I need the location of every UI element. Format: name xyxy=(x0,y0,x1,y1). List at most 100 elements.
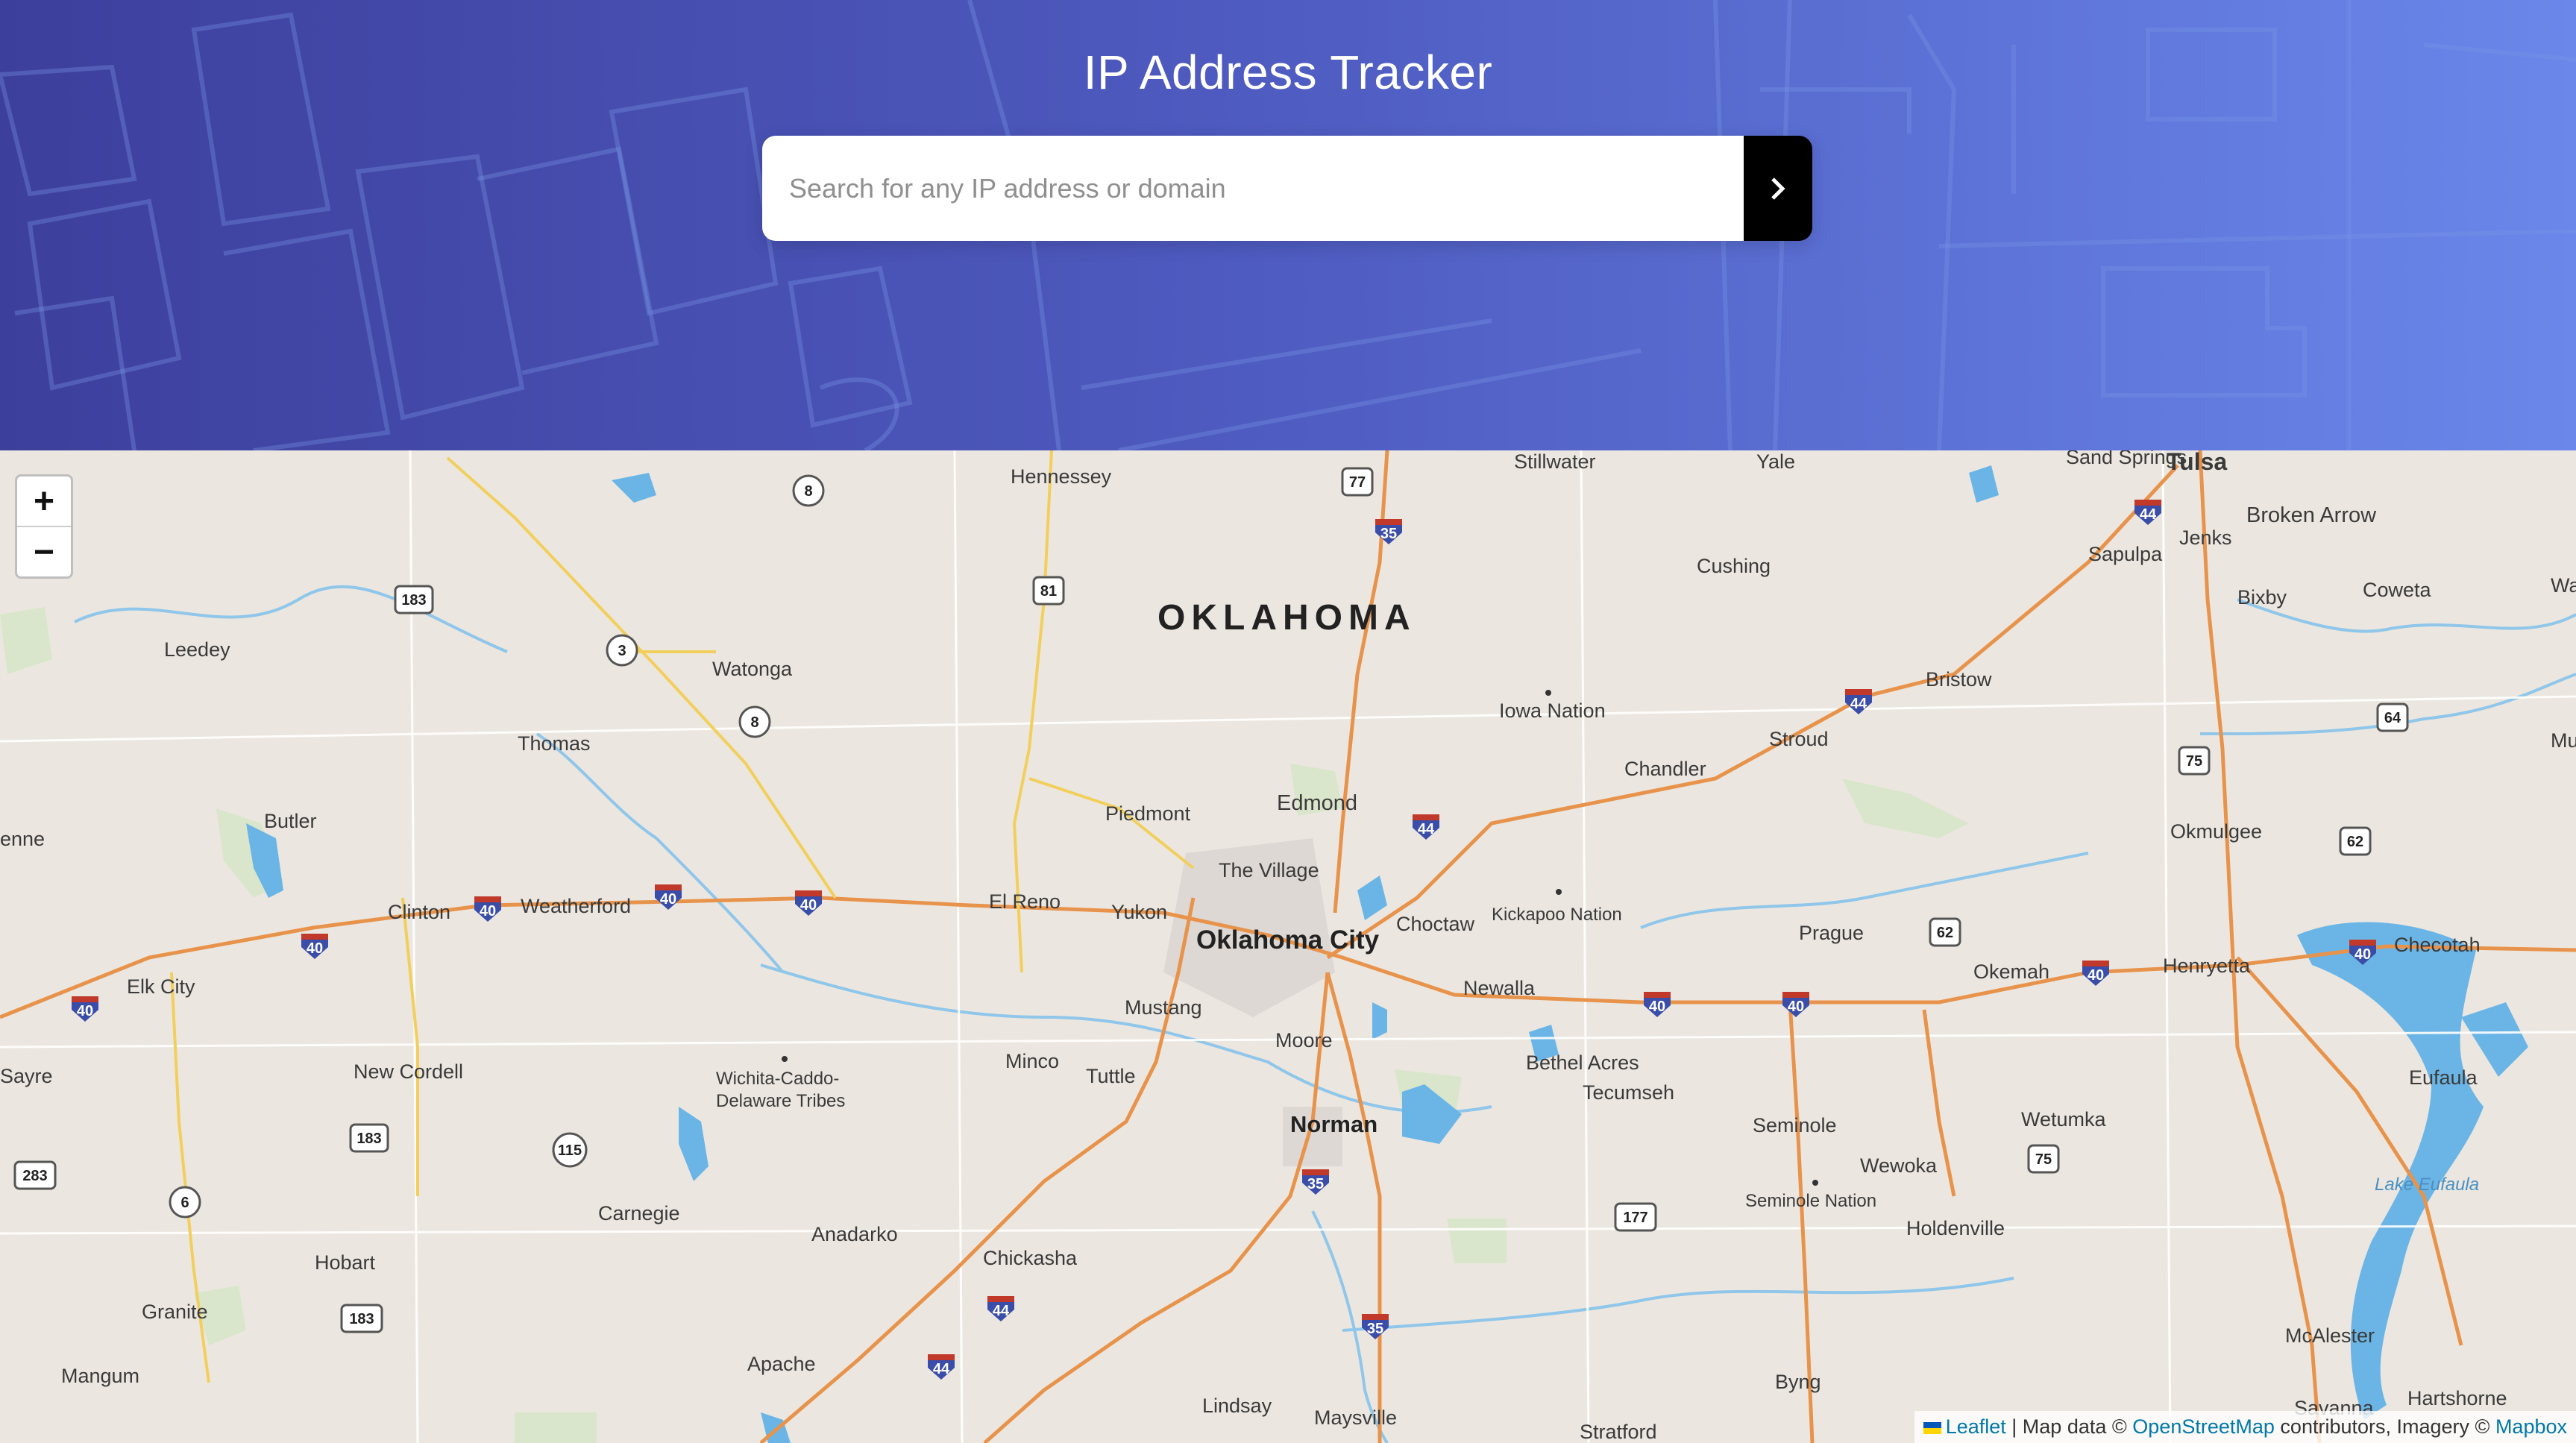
svg-text:40: 40 xyxy=(307,940,323,957)
map-attribution: Leaflet | Map data © OpenStreetMap contr… xyxy=(1914,1411,2576,1443)
highway-shield: 64 xyxy=(2376,702,2409,732)
map-label: Lake Eufaula xyxy=(2375,1175,2479,1195)
svg-text:40: 40 xyxy=(660,891,676,908)
map-label: Butler xyxy=(264,810,317,832)
highway-shield: 3 xyxy=(606,634,638,667)
highway-shield: 177 xyxy=(1614,1202,1657,1232)
map-label: Clinton xyxy=(388,901,450,923)
search-submit-button[interactable] xyxy=(1744,136,1812,241)
svg-text:3: 3 xyxy=(618,643,626,659)
map-label: Hennessey xyxy=(1011,465,1112,488)
highway-shield: 44 xyxy=(1413,814,1439,840)
highway-shield: 40 xyxy=(655,884,682,910)
map-label: Broken Arrow xyxy=(2246,503,2377,527)
map-label: Hobart xyxy=(315,1251,376,1274)
map-label: Mangum xyxy=(61,1365,139,1387)
map-label: Hartshorne xyxy=(2407,1387,2507,1409)
svg-text:35: 35 xyxy=(1367,1321,1383,1337)
map-label: Kickapoo Nation xyxy=(1492,905,1622,925)
svg-text:40: 40 xyxy=(77,1003,93,1019)
mapbox-link[interactable]: Mapbox xyxy=(2495,1415,2567,1438)
chevron-right-icon xyxy=(1771,177,1785,200)
map-label: Thomas xyxy=(518,732,591,755)
map-label: Leedey xyxy=(164,638,230,661)
map-label: Cushing xyxy=(1697,555,1771,577)
svg-text:44: 44 xyxy=(1850,696,1867,712)
zoom-out-button[interactable]: − xyxy=(17,526,71,576)
map-label: Mustang xyxy=(1125,996,1202,1019)
highway-shield: 44 xyxy=(987,1296,1014,1321)
map-label: Carnegie xyxy=(598,1202,680,1224)
map-label: Seminole xyxy=(1753,1114,1837,1137)
svg-text:77: 77 xyxy=(1349,474,1366,491)
svg-text:177: 177 xyxy=(1623,1210,1647,1226)
svg-text:115: 115 xyxy=(558,1142,582,1159)
highway-shield: 40 xyxy=(1782,992,1809,1017)
highway-shield: 40 xyxy=(2082,961,2109,986)
map-label: Sayre xyxy=(0,1065,53,1087)
header-banner: IP Address Tracker xyxy=(0,0,2576,450)
map-label: Watonga xyxy=(712,658,793,680)
map-label: Weatherford xyxy=(521,895,631,917)
map-label: enne xyxy=(0,828,45,850)
svg-text:40: 40 xyxy=(2354,946,2371,963)
map-label: Eufaula xyxy=(2409,1066,2478,1089)
ip-search-input[interactable] xyxy=(762,136,1744,241)
map-label: The Village xyxy=(1219,859,1319,881)
map-label: Jenks xyxy=(2179,526,2232,549)
svg-text:44: 44 xyxy=(933,1361,950,1377)
map-label: Checotah xyxy=(2394,934,2481,956)
highway-shield: 8 xyxy=(792,474,825,507)
highway-shield: 283 xyxy=(13,1160,57,1190)
highway-shield: 115 xyxy=(552,1132,588,1168)
map-label: Sapulpa xyxy=(2088,543,2163,565)
map-label: Henryetta xyxy=(2163,955,2251,977)
map-label: Holdenville xyxy=(1906,1217,2005,1239)
map-label: Granite xyxy=(142,1301,208,1323)
zoom-in-button[interactable]: + xyxy=(17,477,71,526)
map-label: Tuttle xyxy=(1086,1065,1136,1087)
svg-text:183: 183 xyxy=(356,1131,381,1147)
map-label: New Cordell xyxy=(354,1060,463,1083)
highway-shield: 62 xyxy=(1929,917,1961,947)
map-label: Wewoka xyxy=(1860,1154,1938,1177)
zoom-control: + − xyxy=(15,474,73,579)
svg-text:8: 8 xyxy=(750,714,758,731)
map-label: Edmond xyxy=(1277,791,1357,815)
map-label: Muske xyxy=(2551,729,2576,752)
map-label: Seminole Nation xyxy=(1745,1191,1876,1211)
map-label: Stroud xyxy=(1769,728,1829,750)
map-label: Choctaw xyxy=(1396,913,1475,935)
highway-shield: 40 xyxy=(474,896,501,922)
highway-shield: 40 xyxy=(72,996,98,1022)
map-label: Oklahoma City xyxy=(1196,925,1380,955)
map-label: Delaware Tribes xyxy=(716,1091,845,1111)
highway-shield: 44 xyxy=(2134,500,2161,525)
map-label: Okemah xyxy=(1973,961,2049,983)
highway-shield: 8 xyxy=(738,705,771,738)
map-label: Bixby xyxy=(2237,586,2287,609)
svg-text:62: 62 xyxy=(1937,925,1953,941)
svg-text:40: 40 xyxy=(800,897,817,914)
svg-text:40: 40 xyxy=(1649,999,1665,1015)
map-tiles[interactable]: Hennessey Stillwater Yale Sand Springs T… xyxy=(0,450,2576,1443)
svg-text:64: 64 xyxy=(2384,710,2401,726)
svg-text:40: 40 xyxy=(2087,967,2104,984)
openstreetmap-link[interactable]: OpenStreetMap xyxy=(2132,1415,2275,1438)
svg-text:35: 35 xyxy=(1380,526,1397,542)
svg-text:44: 44 xyxy=(2140,506,2157,523)
map-view[interactable]: Hennessey Stillwater Yale Sand Springs T… xyxy=(0,450,2576,1443)
highway-shield: 44 xyxy=(1845,689,1872,714)
svg-text:40: 40 xyxy=(1788,999,1804,1015)
map-label: Bethel Acres xyxy=(1526,1051,1639,1074)
leaflet-link[interactable]: Leaflet xyxy=(1946,1415,2006,1438)
highway-shield: 183 xyxy=(340,1304,383,1333)
svg-text:75: 75 xyxy=(2186,753,2202,770)
map-label: El Reno xyxy=(989,890,1061,913)
map-label: Iowa Nation xyxy=(1499,700,1606,722)
ukraine-flag-icon xyxy=(1923,1421,1941,1434)
map-label: Yale xyxy=(1756,450,1795,473)
map-label: Maysville xyxy=(1314,1406,1397,1429)
highway-shield: 35 xyxy=(1302,1169,1329,1195)
highway-shield: 40 xyxy=(1644,992,1671,1017)
